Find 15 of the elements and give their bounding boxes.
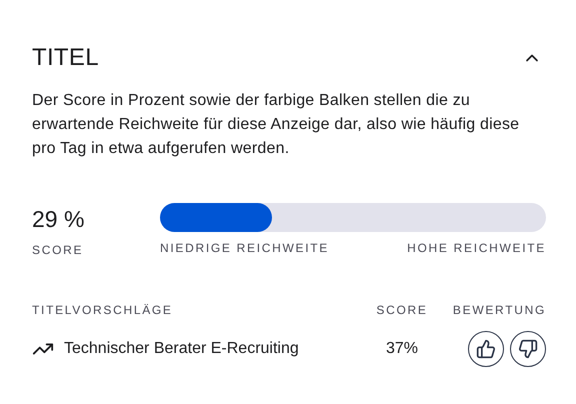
low-reach-label: NIEDRIGE REICHWEITE [160, 241, 329, 255]
suggestion-score: 37% [386, 340, 418, 358]
description: Der Score in Prozent sowie der farbige Balken stellen die zu erwartende Reichweite für diese Anzeige dar, also wie häufig diese pro Tag in etwa aufgerufen werden. [32, 91, 520, 159]
column-header: BEWERTUNG [452, 303, 546, 317]
score-value: 29 % [32, 205, 86, 234]
thumbs-down-button[interactable] [510, 331, 546, 367]
thumbs-up-icon [476, 339, 496, 359]
high-reach-label: HOHE REICHWEITE [407, 241, 546, 255]
column-header: SCORE [376, 303, 428, 317]
section-title: TITEL [32, 44, 99, 72]
score-label: SCORE [32, 243, 84, 257]
thumbs-down-icon [518, 339, 538, 359]
thumbs-up-button[interactable] [468, 331, 504, 367]
column-header: TITELVORSCHLÄGE [32, 303, 173, 317]
suggestion-title: Technischer Berater E-Recruiting [64, 340, 299, 358]
